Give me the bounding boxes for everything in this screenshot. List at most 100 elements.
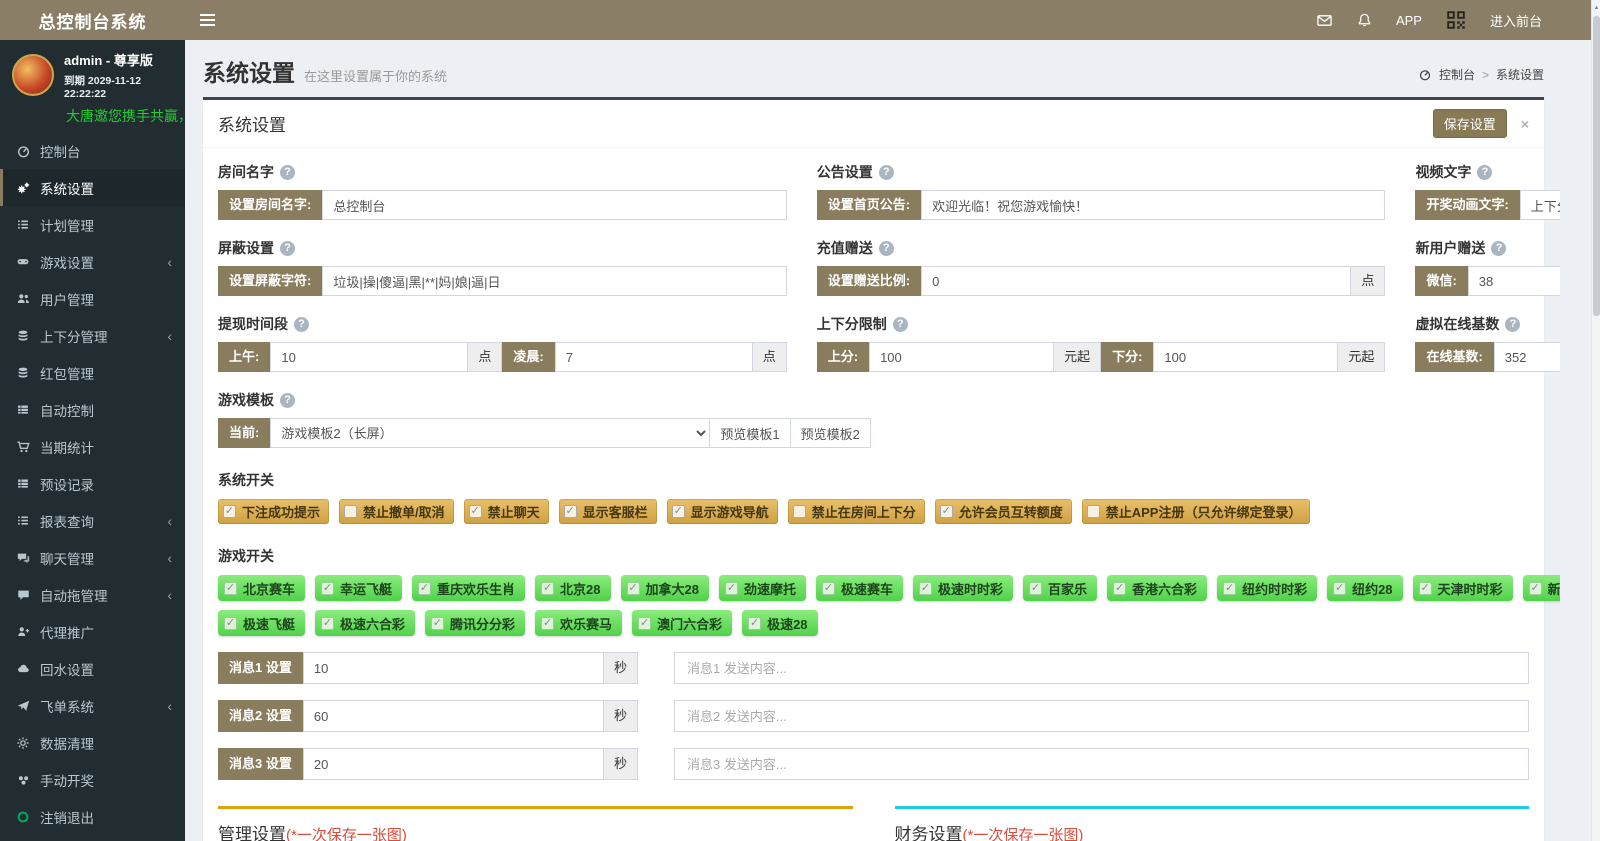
vertical-scrollbar[interactable]: ▲ <box>1591 0 1600 841</box>
breadcrumb-dashboard-link[interactable]: 控制台 <box>1439 66 1475 83</box>
game-switch-chip[interactable]: ✓纽约28 <box>1327 575 1402 601</box>
game-switch-chip[interactable]: ✓极速赛车 <box>816 575 903 601</box>
system-switch-chip[interactable]: ✓禁止聊天 <box>464 499 549 524</box>
online-base-input[interactable] <box>1494 342 1560 372</box>
sidebar-item-redpacket-management[interactable]: 红包管理 <box>0 354 185 391</box>
sidebar-item-updown-management[interactable]: 上下分管理 <box>0 317 185 354</box>
block-words-input[interactable] <box>322 266 786 296</box>
sidebar-item-game-settings[interactable]: 游戏设置 <box>0 243 185 280</box>
app-link[interactable]: APP <box>1396 13 1422 28</box>
help-icon[interactable]: ? <box>280 165 295 180</box>
system-switch-chip[interactable]: ✓禁止在房间上下分 <box>788 499 925 524</box>
game-switch-chip[interactable]: ✓新疆时时彩 <box>1523 575 1560 601</box>
game-switch-chip[interactable]: ✓澳门六合彩 <box>632 610 732 636</box>
section-note: (*一次保存一张图) <box>963 827 1084 841</box>
message2-content-input[interactable] <box>674 700 1529 732</box>
sidebar-item-manual-draw[interactable]: 手动开奖 <box>0 761 185 798</box>
sidebar-item-auto-bot-management[interactable]: 自动拖管理 <box>0 576 185 613</box>
template-select[interactable]: 游戏模板2（长屏） <box>270 418 710 448</box>
sidebar-item-chat-management[interactable]: 聊天管理 <box>0 539 185 576</box>
help-icon[interactable]: ? <box>1477 165 1492 180</box>
sidebar-item-system-settings[interactable]: 系统设置 <box>0 169 185 206</box>
sidebar-item-label: 游戏设置 <box>40 252 94 272</box>
scrollbar-up-arrow[interactable]: ▲ <box>1592 5 1600 11</box>
preview-template1-button[interactable]: 预览模板1 <box>709 418 790 448</box>
game-switch-chip[interactable]: ✓百家乐 <box>1023 575 1097 601</box>
preview-template2-button[interactable]: 预览模板2 <box>790 418 871 448</box>
game-switch-chip[interactable]: ✓劲速摩托 <box>719 575 806 601</box>
help-icon[interactable]: ? <box>879 241 894 256</box>
recharge-ratio-input[interactable] <box>921 266 1351 296</box>
content-header: 系统设置 在这里设置属于你的系统 控制台 > 系统设置 <box>185 40 1560 97</box>
help-icon[interactable]: ? <box>280 241 295 256</box>
withdraw-am-input[interactable] <box>270 342 468 372</box>
game-switch-chip[interactable]: ✓欢乐赛马 <box>535 610 622 636</box>
unit-suffix: 元起 <box>1338 342 1385 372</box>
room-name-input[interactable] <box>322 190 786 220</box>
system-switch-chip[interactable]: ✓禁止APP注册（只允许绑定登录） <box>1082 499 1311 524</box>
game-switch-chip[interactable]: ✓极速六合彩 <box>315 610 415 636</box>
message3-content-input[interactable] <box>674 748 1529 780</box>
up-limit-input[interactable] <box>869 342 1054 372</box>
system-switch-chip[interactable]: ✓显示游戏导航 <box>667 499 778 524</box>
system-switch-chip[interactable]: ✓显示客服栏 <box>559 499 657 524</box>
game-switch-chip[interactable]: ✓纽约时时彩 <box>1217 575 1317 601</box>
game-switch-chip[interactable]: ✓加拿大28 <box>621 575 709 601</box>
qr-code-icon[interactable] <box>1446 10 1466 30</box>
help-icon[interactable]: ? <box>1491 241 1506 256</box>
message1-interval-input[interactable] <box>303 652 604 684</box>
game-switch-chip[interactable]: ✓极速28 <box>742 610 817 636</box>
withdraw-night-input[interactable] <box>555 342 753 372</box>
notifications-bell-icon[interactable] <box>1357 12 1372 28</box>
sidebar-item-user-management[interactable]: 用户管理 <box>0 280 185 317</box>
game-switch-chip[interactable]: ✓极速飞艇 <box>218 610 305 636</box>
messages-icon[interactable] <box>1316 13 1333 28</box>
main-content: 系统设置 在这里设置属于你的系统 控制台 > 系统设置 系统设置 保存设置 × … <box>185 40 1560 841</box>
sidebar-item-logout[interactable]: 注销退出 <box>0 798 185 835</box>
sidebar-item-flying-order-system[interactable]: 飞单系统 <box>0 687 185 724</box>
close-icon[interactable]: × <box>1521 116 1529 132</box>
system-switch-chip[interactable]: ✓允许会员互转额度 <box>935 499 1072 524</box>
wechat-bonus-input[interactable] <box>1468 266 1560 296</box>
game-switch-chip[interactable]: ✓幸运飞艇 <box>315 575 402 601</box>
game-switch-chip[interactable]: ✓北京赛车 <box>218 575 305 601</box>
message3-interval-input[interactable] <box>303 748 604 780</box>
sidebar-item-dashboard[interactable]: 控制台 <box>0 132 185 169</box>
system-switch-chip[interactable]: ✓下注成功提示 <box>218 499 329 524</box>
scrollbar-thumb[interactable] <box>1593 16 1600 316</box>
game-switch-chip[interactable]: ✓香港六合彩 <box>1107 575 1207 601</box>
sidebar-item-preset-records[interactable]: 预设记录 <box>0 465 185 502</box>
help-icon[interactable]: ? <box>1505 317 1520 332</box>
help-icon[interactable]: ? <box>893 317 908 332</box>
game-label: 北京28 <box>560 579 600 598</box>
help-icon[interactable]: ? <box>879 165 894 180</box>
sidebar-item-auto-control[interactable]: 自动控制 <box>0 391 185 428</box>
sidebar-item-report-query[interactable]: 报表查询 <box>0 502 185 539</box>
save-settings-button[interactable]: 保存设置 <box>1433 109 1507 138</box>
sidebar-item-agent-promotion[interactable]: 代理推广 <box>0 613 185 650</box>
help-icon[interactable]: ? <box>280 393 295 408</box>
video-text-input[interactable] <box>1520 190 1560 220</box>
game-switch-chip[interactable]: ✓天津时时彩 <box>1413 575 1513 601</box>
field-label: 新用户赠送 <box>1415 238 1485 258</box>
sidebar-item-current-stats[interactable]: 当期统计 <box>0 428 185 465</box>
game-switch-chip[interactable]: ✓极速时时彩 <box>913 575 1013 601</box>
th-list-icon <box>15 403 31 417</box>
unit-suffix: 秒 <box>604 652 638 684</box>
sidebar-item-rebate-settings[interactable]: 回水设置 <box>0 650 185 687</box>
help-icon[interactable]: ? <box>294 317 309 332</box>
announcement-input[interactable] <box>921 190 1385 220</box>
down-limit-input[interactable] <box>1153 342 1338 372</box>
list-icon <box>15 218 31 232</box>
sidebar-item-data-cleanup[interactable]: 数据清理 <box>0 724 185 761</box>
message1-content-input[interactable] <box>674 652 1529 684</box>
sidebar-item-plan-management[interactable]: 计划管理 <box>0 206 185 243</box>
game-switch-chip[interactable]: ✓重庆欢乐生肖 <box>412 575 525 601</box>
enter-front-link[interactable]: 进入前台 <box>1490 11 1542 30</box>
brand-title[interactable]: 总控制台系统 <box>0 8 185 33</box>
game-switch-chip[interactable]: ✓腾讯分分彩 <box>425 610 525 636</box>
sidebar-toggle-icon[interactable] <box>185 14 230 26</box>
system-switch-chip[interactable]: ✓禁止撤单/取消 <box>339 499 454 524</box>
game-switch-chip[interactable]: ✓北京28 <box>535 575 610 601</box>
message2-interval-input[interactable] <box>303 700 604 732</box>
